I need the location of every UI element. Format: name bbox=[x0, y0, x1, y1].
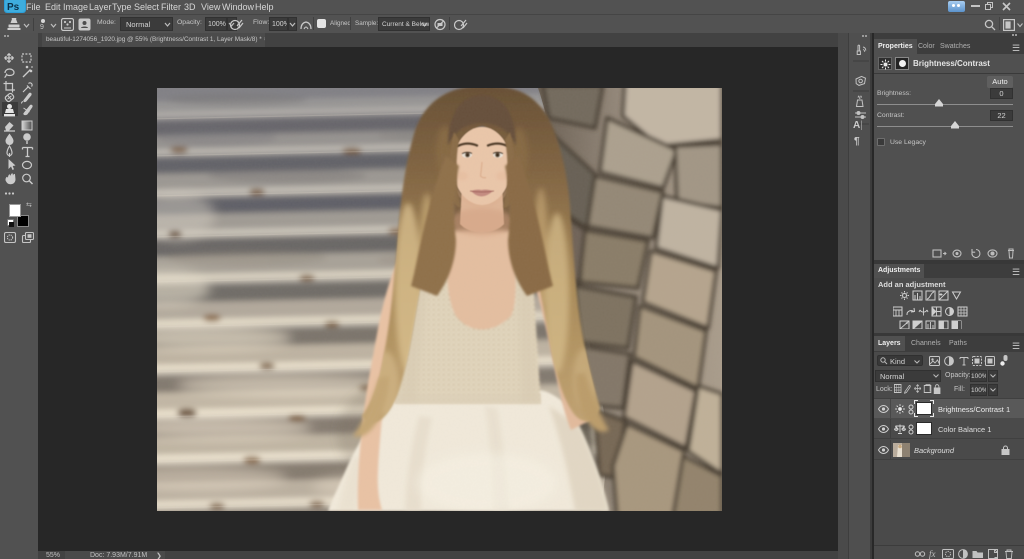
svg-text:Ps: Ps bbox=[7, 2, 20, 13]
svg-text:fx: fx bbox=[929, 549, 936, 559]
